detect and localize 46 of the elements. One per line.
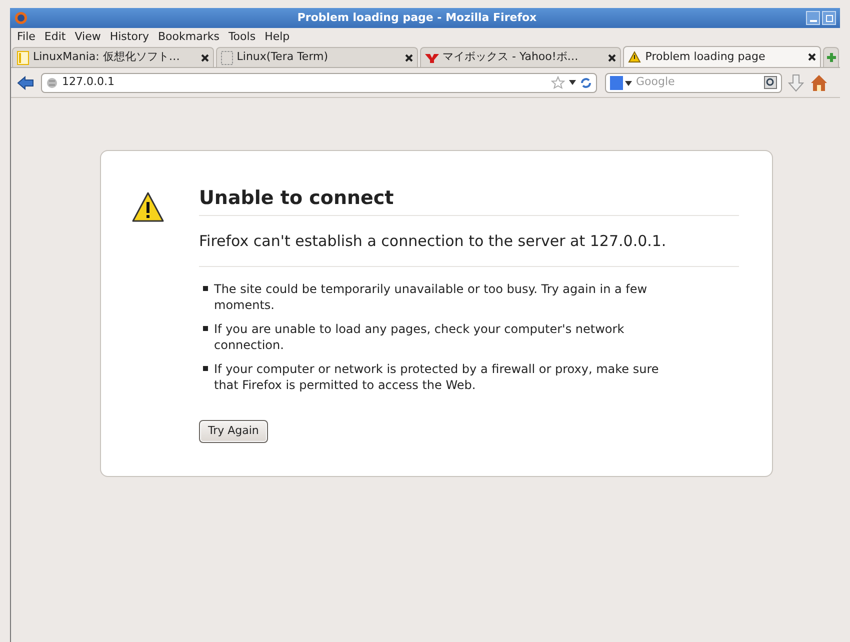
address-text: 127.0.0.1: [62, 74, 116, 90]
maximize-button[interactable]: [822, 11, 836, 25]
minimize-button[interactable]: [806, 11, 820, 25]
menu-item[interactable]: Help: [264, 28, 290, 46]
page-icon: [17, 50, 29, 64]
menu-item[interactable]: History: [110, 28, 149, 46]
close-icon[interactable]: [404, 54, 413, 62]
search-engine-icon[interactable]: [610, 76, 632, 90]
close-icon[interactable]: [200, 54, 209, 62]
menu-item[interactable]: Tools: [228, 28, 256, 46]
close-icon[interactable]: [608, 54, 616, 62]
dropdown-caret-icon[interactable]: [569, 80, 576, 85]
blank-page-icon: [220, 50, 233, 64]
logo-icon: [424, 52, 439, 64]
menu-item[interactable]: View: [74, 28, 101, 46]
search-icon[interactable]: [764, 76, 777, 89]
warning-icon: [628, 51, 642, 63]
firefox-icon: [14, 11, 28, 25]
browser-tab[interactable]: LinuxMania: 仮想化ソフト…: [12, 47, 214, 67]
plus-icon: [826, 53, 836, 62]
browser-tab[interactable]: マイボックス - Yahoo!ボ…: [420, 47, 622, 67]
close-icon[interactable]: [808, 53, 816, 61]
browser-tab[interactable]: Linux(Tera Term): [216, 47, 418, 67]
bullet-text: If you are unable to load any pages, check your computer's network connection.: [214, 321, 626, 353]
bullet-icon: [203, 366, 208, 371]
address-field[interactable]: 127.0.0.1: [41, 72, 597, 92]
reload-icon[interactable]: [580, 76, 592, 88]
menu-item[interactable]: File: [17, 28, 36, 46]
home-icon[interactable]: [810, 74, 828, 92]
search-field[interactable]: Google: [636, 74, 760, 91]
back-arrow-icon[interactable]: [17, 76, 35, 90]
window-title: Problem loading page - Mozilla Firefox: [296, 10, 538, 26]
star-icon[interactable]: [551, 76, 565, 89]
bullet-icon: [203, 326, 208, 331]
bullet-text: If your computer or network is protected by a firewall or proxy, make sure that Firefox is permitted to access the Web.: [214, 361, 659, 393]
bullet-text: The site could be temporarily unavailable or too busy. Try again in a few moments.: [214, 281, 648, 313]
error-title: Unable to connect: [199, 184, 739, 216]
warning-icon: [131, 191, 165, 223]
try-again-button[interactable]: Try Again: [199, 420, 268, 442]
search-bar[interactable]: Google: [605, 72, 782, 92]
error-message: Firefox can't establish a connection to the server at 127.0.0.1.: [199, 216, 739, 267]
browser-tab[interactable]: Problem loading page: [623, 46, 822, 67]
menu-item[interactable]: Edit: [44, 28, 66, 46]
new-tab-button[interactable]: [823, 47, 839, 67]
bullet-icon: [203, 286, 208, 291]
menu-item[interactable]: Bookmarks: [158, 28, 220, 46]
